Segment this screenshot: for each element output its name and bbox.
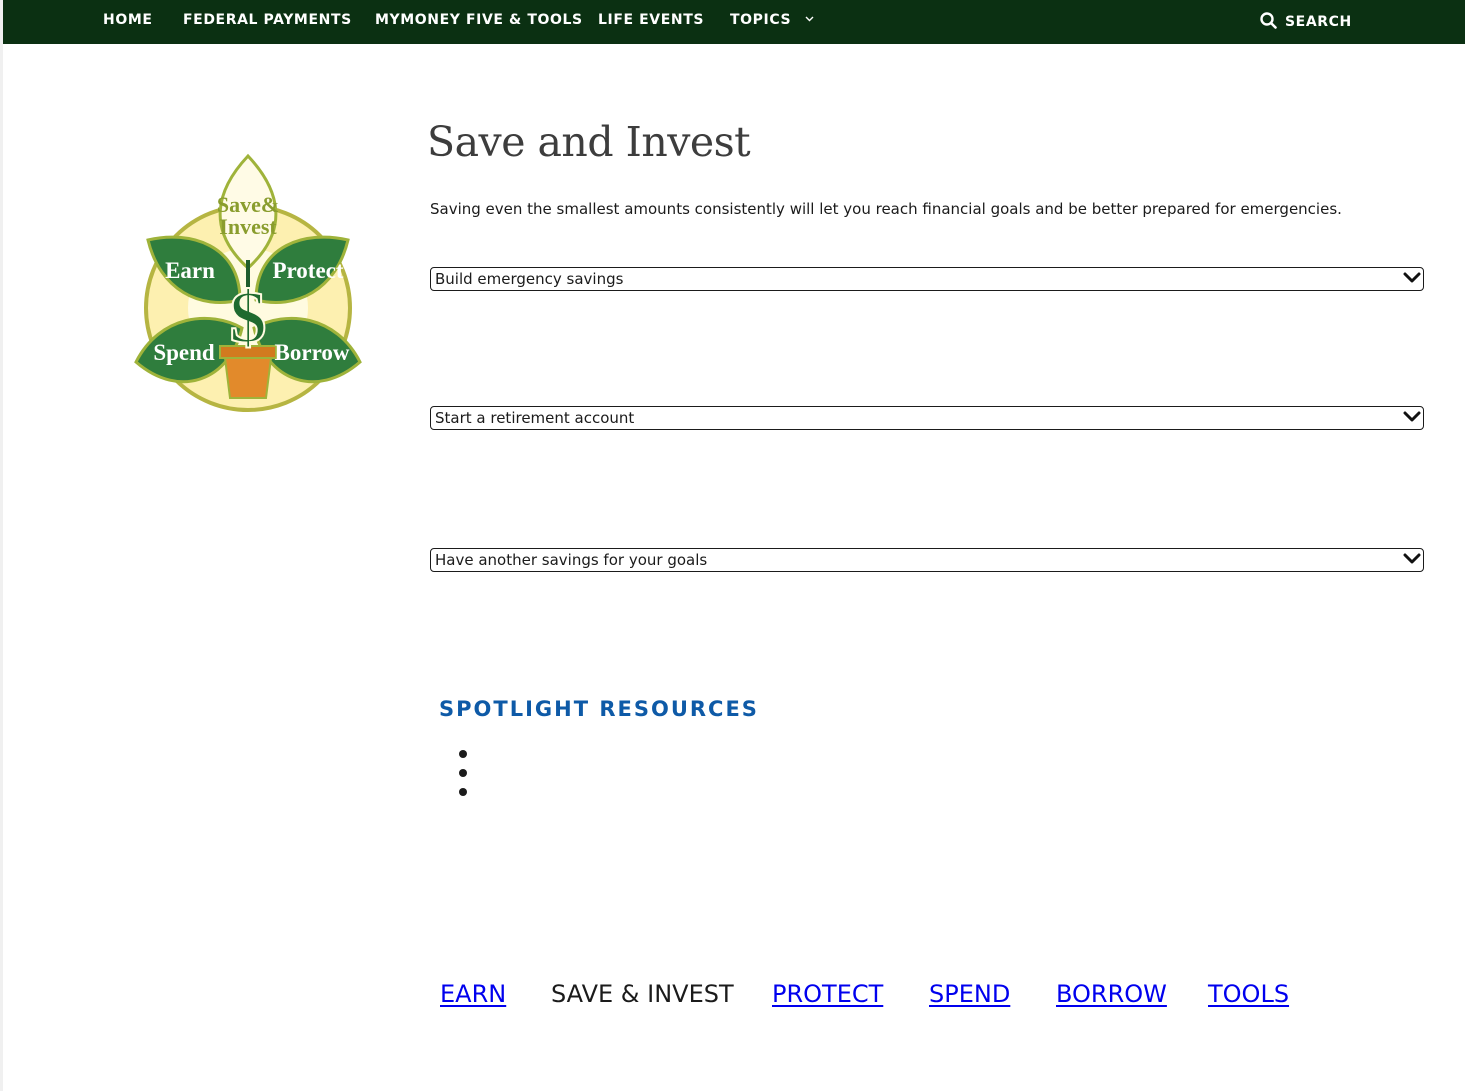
page-title: Save and Invest bbox=[427, 118, 751, 166]
bottom-nav-spend[interactable]: SPEND bbox=[929, 980, 1010, 1008]
accordion-build-emergency-savings[interactable]: Build emergency savings bbox=[430, 267, 1424, 291]
chevron-down-icon bbox=[1403, 272, 1421, 283]
accordion-label: Have another savings for your goals bbox=[435, 551, 708, 569]
bottom-nav-earn[interactable]: EARN bbox=[440, 980, 506, 1008]
search-label: SEARCH bbox=[1285, 14, 1352, 30]
bottom-nav-protect[interactable]: PROTECT bbox=[772, 980, 883, 1008]
chevron-down-icon bbox=[805, 16, 814, 22]
bottom-nav-tools[interactable]: TOOLS bbox=[1208, 980, 1289, 1008]
accordion-start-retirement-account[interactable]: Start a retirement account bbox=[430, 406, 1424, 430]
intro-text: Saving even the smallest amounts consist… bbox=[430, 200, 1342, 218]
save-invest-logo: Save& Invest Earn Protect Spend Borrow $ bbox=[134, 153, 362, 412]
bottom-navigation: EARN SAVE & INVEST PROTECT SPEND BORROW … bbox=[0, 980, 1465, 1010]
nav-life-events[interactable]: LIFE EVENTS bbox=[598, 12, 704, 28]
spotlight-resources-list bbox=[459, 750, 467, 807]
chevron-down-icon bbox=[1403, 553, 1421, 564]
bottom-nav-save-invest: SAVE & INVEST bbox=[551, 980, 734, 1008]
bottom-nav-borrow[interactable]: BORROW bbox=[1056, 980, 1167, 1008]
spotlight-resources-heading: SPOTLIGHT RESOURCES bbox=[439, 697, 759, 721]
page-left-border bbox=[0, 0, 3, 1091]
nav-topics-label: TOPICS bbox=[730, 12, 792, 28]
nav-topics[interactable]: TOPICS bbox=[730, 12, 814, 28]
chevron-down-icon bbox=[1403, 411, 1421, 422]
logo-spend-text: Spend bbox=[153, 340, 215, 365]
list-item bbox=[459, 769, 467, 777]
logo-invest-text: Invest bbox=[219, 214, 277, 239]
top-navigation: HOME FEDERAL PAYMENTS MYMONEY FIVE & TOO… bbox=[3, 0, 1465, 44]
logo-dollar-sign: $ bbox=[230, 277, 267, 359]
logo-borrow-text: Borrow bbox=[275, 340, 350, 365]
nav-federal-payments[interactable]: FEDERAL PAYMENTS bbox=[183, 12, 352, 28]
list-item bbox=[459, 788, 467, 796]
logo-earn-text: Earn bbox=[165, 258, 215, 283]
accordion-another-savings-goals[interactable]: Have another savings for your goals bbox=[430, 548, 1424, 572]
nav-mymoney-five-tools[interactable]: MYMONEY FIVE & TOOLS bbox=[375, 12, 583, 28]
accordion-label: Start a retirement account bbox=[435, 409, 635, 427]
search-button[interactable]: SEARCH bbox=[1260, 12, 1352, 30]
logo-protect-text: Protect bbox=[272, 258, 343, 283]
search-icon bbox=[1260, 12, 1277, 29]
accordion-label: Build emergency savings bbox=[435, 270, 624, 288]
list-item bbox=[459, 750, 467, 758]
nav-home[interactable]: HOME bbox=[103, 12, 153, 28]
